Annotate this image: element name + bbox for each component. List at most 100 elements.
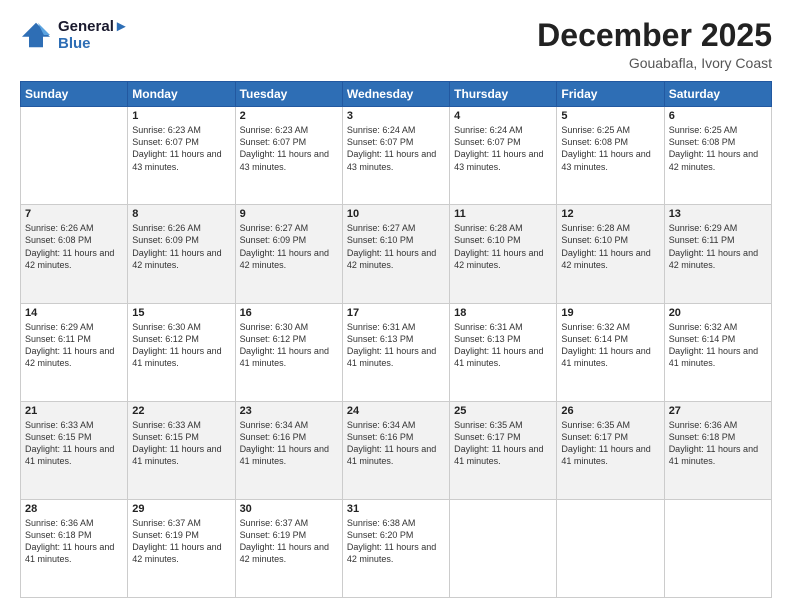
table-row: 2 Sunrise: 6:23 AM Sunset: 6:07 PM Daylig… bbox=[235, 107, 342, 205]
day-info: Sunrise: 6:27 AM Sunset: 6:10 PM Dayligh… bbox=[347, 222, 445, 271]
day-number: 8 bbox=[132, 208, 230, 220]
table-row: 12 Sunrise: 6:28 AM Sunset: 6:10 PM Dayli… bbox=[557, 205, 664, 303]
day-number: 11 bbox=[454, 208, 552, 220]
calendar-header-row: SundayMondayTuesdayWednesdayThursdayFrid… bbox=[21, 82, 772, 107]
table-row: 16 Sunrise: 6:30 AM Sunset: 6:12 PM Dayli… bbox=[235, 303, 342, 401]
calendar-week-row: 1Sunrise: 6:23 AM Sunset: 6:07 PM Daylig… bbox=[21, 107, 772, 205]
table-row: 6 Sunrise: 6:25 AM Sunset: 6:08 PM Daylig… bbox=[664, 107, 771, 205]
day-info: Sunrise: 6:36 AM Sunset: 6:18 PM Dayligh… bbox=[25, 517, 123, 566]
table-row: 1Sunrise: 6:23 AM Sunset: 6:07 PM Daylig… bbox=[128, 107, 235, 205]
table-row: 15Sunrise: 6:30 AM Sunset: 6:12 PM Dayli… bbox=[128, 303, 235, 401]
table-row: 25 Sunrise: 6:35 AM Sunset: 6:17 PM Dayli… bbox=[450, 401, 557, 499]
calendar: SundayMondayTuesdayWednesdayThursdayFrid… bbox=[20, 81, 772, 598]
day-number: 27 bbox=[669, 405, 767, 417]
table-row: 30 Sunrise: 6:37 AM Sunset: 6:19 PM Dayli… bbox=[235, 499, 342, 597]
day-info: Sunrise: 6:29 AM Sunset: 6:11 PM Dayligh… bbox=[25, 321, 123, 370]
day-number: 16 bbox=[240, 307, 338, 319]
calendar-header-monday: Monday bbox=[128, 82, 235, 107]
day-info: Sunrise: 6:35 AM Sunset: 6:17 PM Dayligh… bbox=[454, 419, 552, 468]
table-row: 24 Sunrise: 6:34 AM Sunset: 6:16 PM Dayli… bbox=[342, 401, 449, 499]
table-row: 22 Sunrise: 6:33 AM Sunset: 6:15 PM Dayli… bbox=[128, 401, 235, 499]
page: General► Blue December 2025 Gouabafla, I… bbox=[0, 0, 792, 612]
day-number: 28 bbox=[25, 503, 123, 515]
day-info: Sunrise: 6:32 AM Sunset: 6:14 PM Dayligh… bbox=[669, 321, 767, 370]
day-number: 29 bbox=[132, 503, 230, 515]
table-row: 13Sunrise: 6:29 AM Sunset: 6:11 PM Dayli… bbox=[664, 205, 771, 303]
subtitle: Gouabafla, Ivory Coast bbox=[537, 55, 772, 71]
logo-icon bbox=[20, 21, 52, 49]
day-info: Sunrise: 6:25 AM Sunset: 6:08 PM Dayligh… bbox=[669, 124, 767, 173]
table-row: 11 Sunrise: 6:28 AM Sunset: 6:10 PM Dayli… bbox=[450, 205, 557, 303]
day-number: 24 bbox=[347, 405, 445, 417]
table-row: 10 Sunrise: 6:27 AM Sunset: 6:10 PM Dayli… bbox=[342, 205, 449, 303]
day-number: 26 bbox=[561, 405, 659, 417]
day-info: Sunrise: 6:38 AM Sunset: 6:20 PM Dayligh… bbox=[347, 517, 445, 566]
day-number: 14 bbox=[25, 307, 123, 319]
day-number: 22 bbox=[132, 405, 230, 417]
table-row: 27 Sunrise: 6:36 AM Sunset: 6:18 PM Dayli… bbox=[664, 401, 771, 499]
day-number: 31 bbox=[347, 503, 445, 515]
day-number: 23 bbox=[240, 405, 338, 417]
table-row: 14 Sunrise: 6:29 AM Sunset: 6:11 PM Dayli… bbox=[21, 303, 128, 401]
day-info: Sunrise: 6:33 AM Sunset: 6:15 PM Dayligh… bbox=[132, 419, 230, 468]
day-number: 5 bbox=[561, 110, 659, 122]
table-row: 17 Sunrise: 6:31 AM Sunset: 6:13 PM Dayli… bbox=[342, 303, 449, 401]
day-info: Sunrise: 6:36 AM Sunset: 6:18 PM Dayligh… bbox=[669, 419, 767, 468]
day-number: 30 bbox=[240, 503, 338, 515]
logo-text: General► Blue bbox=[58, 18, 129, 52]
calendar-header-friday: Friday bbox=[557, 82, 664, 107]
day-number: 25 bbox=[454, 405, 552, 417]
day-info: Sunrise: 6:24 AM Sunset: 6:07 PM Dayligh… bbox=[347, 124, 445, 173]
title-block: December 2025 Gouabafla, Ivory Coast bbox=[537, 18, 772, 71]
calendar-header-wednesday: Wednesday bbox=[342, 82, 449, 107]
day-info: Sunrise: 6:27 AM Sunset: 6:09 PM Dayligh… bbox=[240, 222, 338, 271]
day-number: 10 bbox=[347, 208, 445, 220]
day-info: Sunrise: 6:29 AM Sunset: 6:11 PM Dayligh… bbox=[669, 222, 767, 271]
day-info: Sunrise: 6:37 AM Sunset: 6:19 PM Dayligh… bbox=[240, 517, 338, 566]
calendar-header-thursday: Thursday bbox=[450, 82, 557, 107]
table-row: 4Sunrise: 6:24 AM Sunset: 6:07 PM Daylig… bbox=[450, 107, 557, 205]
day-info: Sunrise: 6:32 AM Sunset: 6:14 PM Dayligh… bbox=[561, 321, 659, 370]
day-number: 15 bbox=[132, 307, 230, 319]
day-info: Sunrise: 6:31 AM Sunset: 6:13 PM Dayligh… bbox=[454, 321, 552, 370]
table-row: 5 Sunrise: 6:25 AM Sunset: 6:08 PM Daylig… bbox=[557, 107, 664, 205]
table-row: 8 Sunrise: 6:26 AM Sunset: 6:09 PM Daylig… bbox=[128, 205, 235, 303]
header: General► Blue December 2025 Gouabafla, I… bbox=[20, 18, 772, 71]
main-title: December 2025 bbox=[537, 18, 772, 53]
day-number: 17 bbox=[347, 307, 445, 319]
table-row: 31 Sunrise: 6:38 AM Sunset: 6:20 PM Dayli… bbox=[342, 499, 449, 597]
day-number: 20 bbox=[669, 307, 767, 319]
table-row bbox=[450, 499, 557, 597]
day-number: 19 bbox=[561, 307, 659, 319]
day-number: 2 bbox=[240, 110, 338, 122]
day-info: Sunrise: 6:33 AM Sunset: 6:15 PM Dayligh… bbox=[25, 419, 123, 468]
day-number: 9 bbox=[240, 208, 338, 220]
day-info: Sunrise: 6:26 AM Sunset: 6:09 PM Dayligh… bbox=[132, 222, 230, 271]
day-info: Sunrise: 6:35 AM Sunset: 6:17 PM Dayligh… bbox=[561, 419, 659, 468]
day-info: Sunrise: 6:37 AM Sunset: 6:19 PM Dayligh… bbox=[132, 517, 230, 566]
day-info: Sunrise: 6:31 AM Sunset: 6:13 PM Dayligh… bbox=[347, 321, 445, 370]
table-row: 20 Sunrise: 6:32 AM Sunset: 6:14 PM Dayli… bbox=[664, 303, 771, 401]
calendar-week-row: 21 Sunrise: 6:33 AM Sunset: 6:15 PM Dayli… bbox=[21, 401, 772, 499]
day-info: Sunrise: 6:30 AM Sunset: 6:12 PM Dayligh… bbox=[240, 321, 338, 370]
table-row bbox=[664, 499, 771, 597]
day-info: Sunrise: 6:28 AM Sunset: 6:10 PM Dayligh… bbox=[561, 222, 659, 271]
day-info: Sunrise: 6:25 AM Sunset: 6:08 PM Dayligh… bbox=[561, 124, 659, 173]
table-row: 9 Sunrise: 6:27 AM Sunset: 6:09 PM Daylig… bbox=[235, 205, 342, 303]
logo: General► Blue bbox=[20, 18, 129, 52]
calendar-week-row: 7Sunrise: 6:26 AM Sunset: 6:08 PM Daylig… bbox=[21, 205, 772, 303]
day-info: Sunrise: 6:23 AM Sunset: 6:07 PM Dayligh… bbox=[132, 124, 230, 173]
table-row: 21 Sunrise: 6:33 AM Sunset: 6:15 PM Dayli… bbox=[21, 401, 128, 499]
day-info: Sunrise: 6:23 AM Sunset: 6:07 PM Dayligh… bbox=[240, 124, 338, 173]
table-row: 19 Sunrise: 6:32 AM Sunset: 6:14 PM Dayli… bbox=[557, 303, 664, 401]
day-info: Sunrise: 6:34 AM Sunset: 6:16 PM Dayligh… bbox=[240, 419, 338, 468]
table-row: 18Sunrise: 6:31 AM Sunset: 6:13 PM Dayli… bbox=[450, 303, 557, 401]
day-number: 21 bbox=[25, 405, 123, 417]
table-row: 7Sunrise: 6:26 AM Sunset: 6:08 PM Daylig… bbox=[21, 205, 128, 303]
day-number: 6 bbox=[669, 110, 767, 122]
calendar-header-saturday: Saturday bbox=[664, 82, 771, 107]
day-info: Sunrise: 6:34 AM Sunset: 6:16 PM Dayligh… bbox=[347, 419, 445, 468]
day-info: Sunrise: 6:28 AM Sunset: 6:10 PM Dayligh… bbox=[454, 222, 552, 271]
day-number: 12 bbox=[561, 208, 659, 220]
day-info: Sunrise: 6:26 AM Sunset: 6:08 PM Dayligh… bbox=[25, 222, 123, 271]
